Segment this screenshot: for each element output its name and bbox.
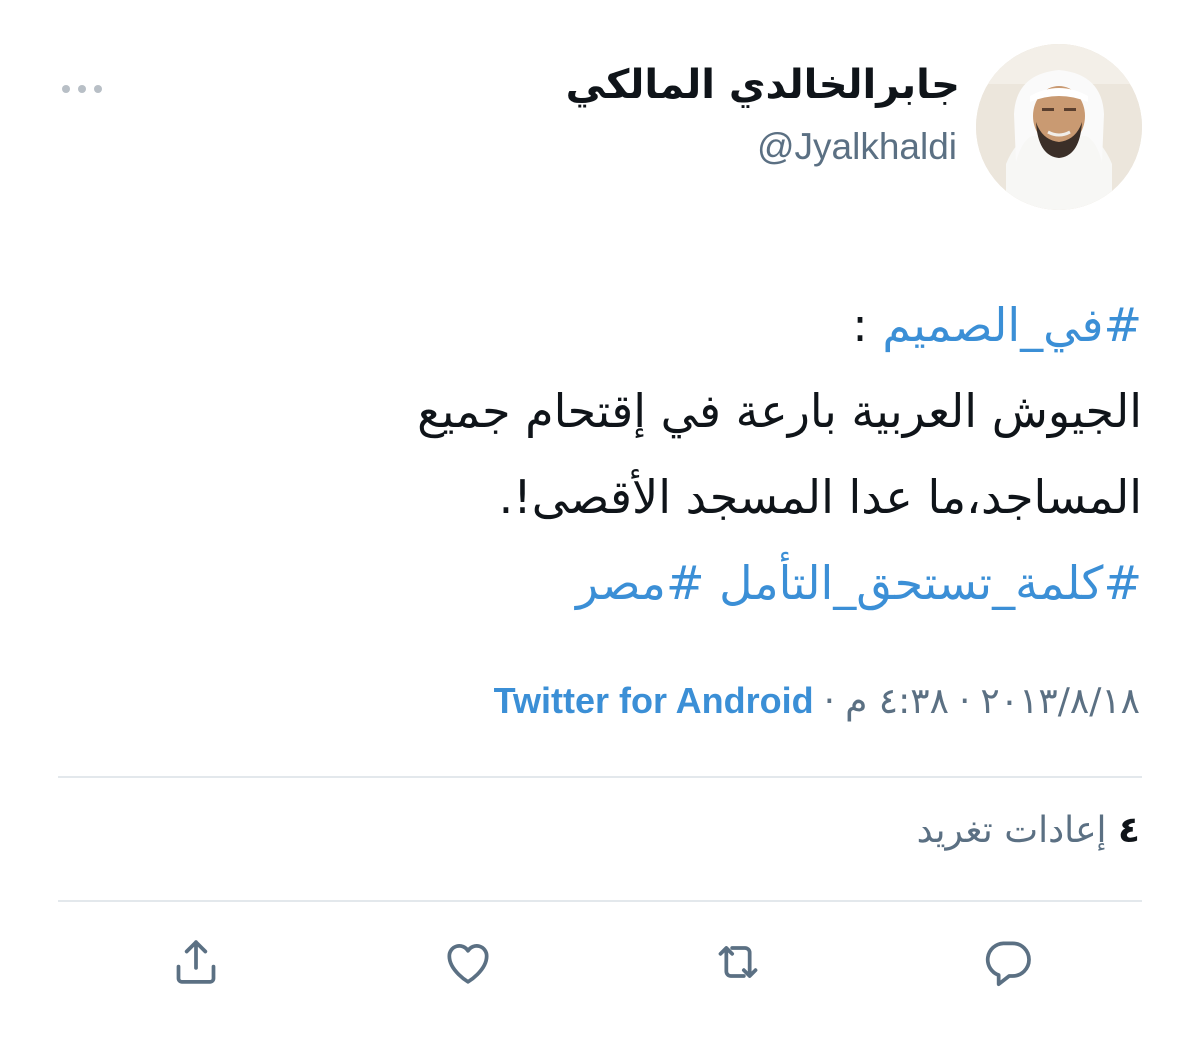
reply-icon (985, 941, 1031, 987)
divider (58, 900, 1142, 902)
separator: · (823, 681, 836, 722)
avatar-image (976, 44, 1142, 210)
separator: · (958, 681, 971, 722)
hashtag-link[interactable]: #مصر (576, 556, 704, 610)
dot (62, 85, 70, 93)
retweets-stat[interactable]: ٤ إعادات تغريد (917, 810, 1140, 851)
dot (78, 85, 86, 93)
tweet-line-4: #كلمة_تستحق_التأمل #مصر (42, 540, 1142, 626)
hashtag-link[interactable]: #في_الصميم (882, 298, 1142, 352)
tweet-text: #في_الصميم : الجيوش العربية بارعة في إقت… (42, 282, 1142, 626)
retweets-label: إعادات تغريد (916, 810, 1107, 851)
tweet-date[interactable]: ٢٠١٣/٨/١٨ (980, 681, 1140, 722)
more-options-icon[interactable] (62, 82, 104, 96)
tweet-time[interactable]: ٤:٣٨ م (845, 681, 949, 722)
tweet-line-1: #في_الصميم : (42, 282, 1142, 368)
hashtag-link[interactable]: #كلمة_تستحق_التأمل (719, 556, 1142, 610)
author-handle[interactable]: @Jyalkhaldi (757, 126, 957, 168)
avatar[interactable] (976, 44, 1142, 210)
retweet-button[interactable] (706, 930, 770, 994)
dot (94, 85, 102, 93)
heart-icon (447, 944, 489, 984)
like-button[interactable] (436, 930, 500, 994)
tweet-meta: ٢٠١٣/٨/١٨·٤:٣٨ م·Twitter for Android (494, 680, 1140, 722)
retweet-icon (718, 946, 758, 978)
retweets-count: ٤ (1118, 810, 1140, 851)
divider (58, 776, 1142, 778)
tweet-line-2: الجيوش العربية بارعة في إقتحام جميع (417, 384, 1142, 438)
share-button[interactable] (164, 930, 228, 994)
tweet-source-link[interactable]: Twitter for Android (494, 680, 814, 721)
reply-button[interactable] (976, 930, 1040, 994)
tweet-colon: : (852, 298, 883, 352)
author-display-name[interactable]: جابرالخالدي المالكي (566, 62, 960, 108)
share-icon (176, 940, 216, 984)
tweet-line-3: المساجد،ما عدا المسجد الأقصى!. (498, 470, 1142, 524)
